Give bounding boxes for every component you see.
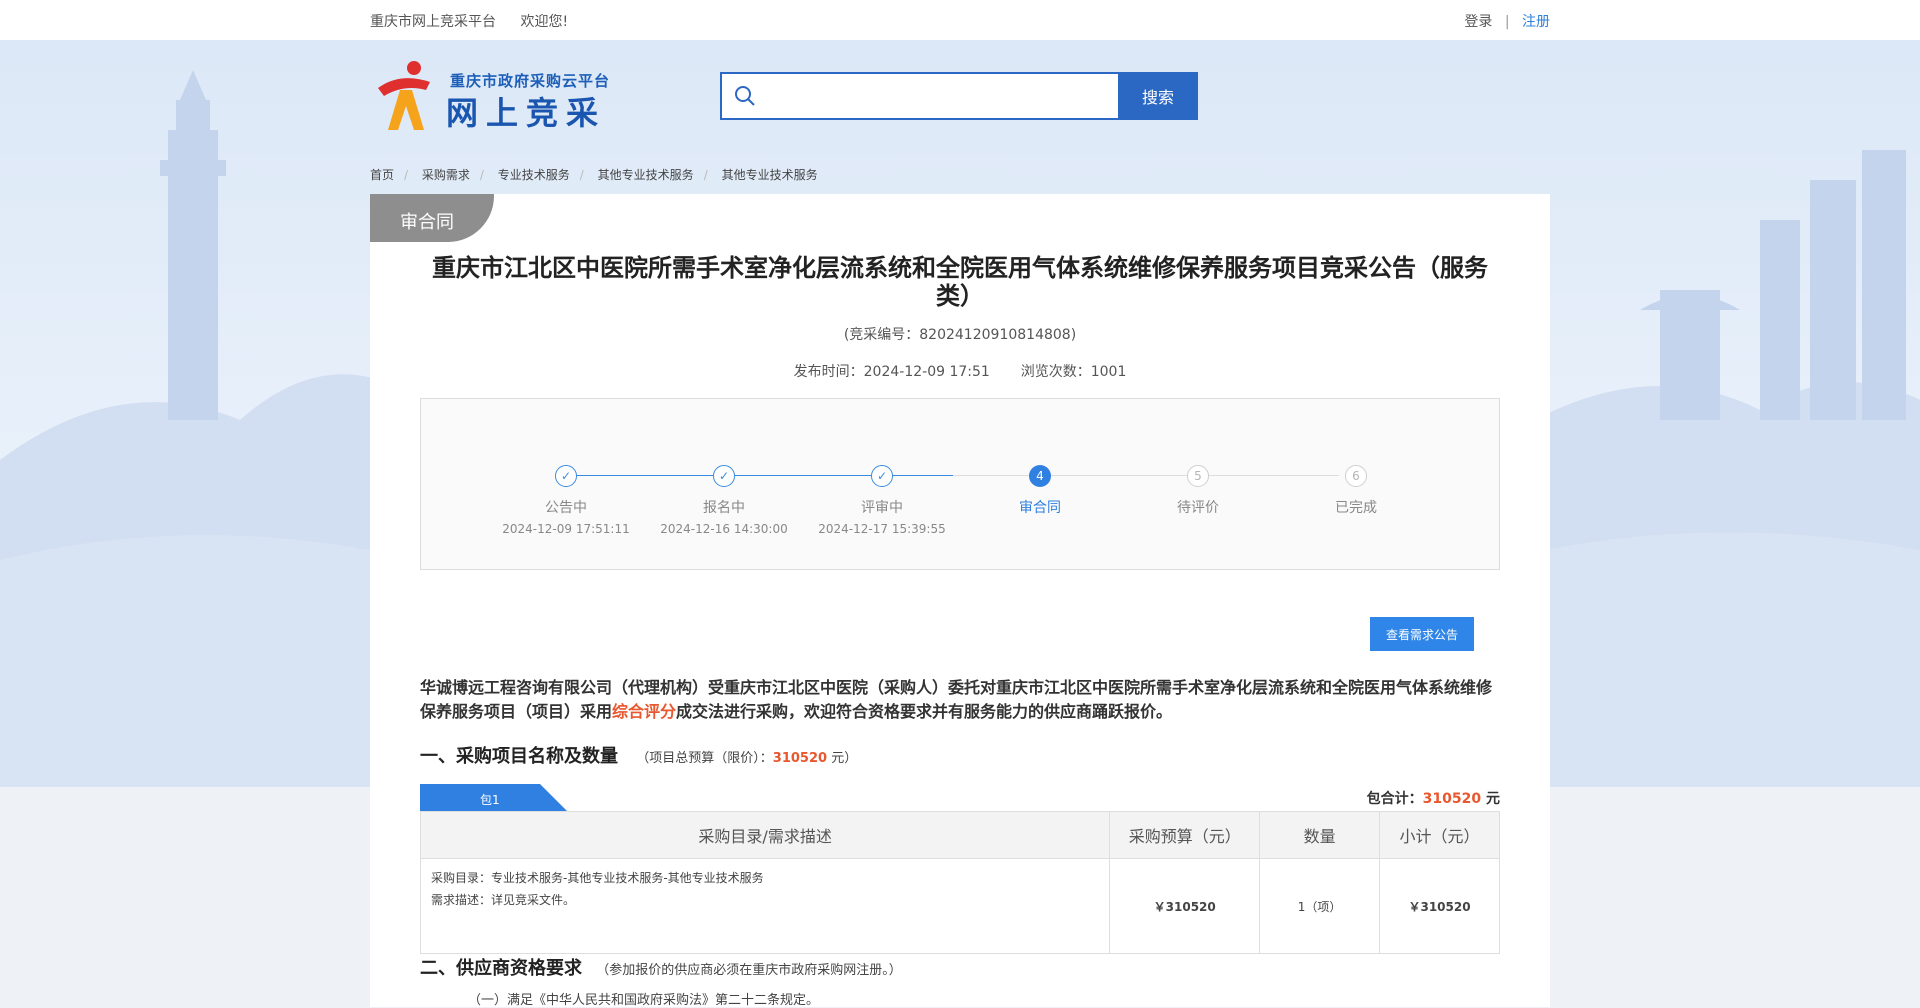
package-total-unit: 元 xyxy=(1481,791,1500,807)
bid-code: (竞采编号：82024120910814808) xyxy=(843,327,1077,343)
step-label: 已完成 xyxy=(1335,500,1377,516)
status-badge: 审合同 xyxy=(370,194,494,242)
package-total-label: 包合计： xyxy=(1366,791,1423,807)
column-header: 小计（元） xyxy=(1379,811,1500,859)
step-label: 待评价 xyxy=(1177,500,1219,516)
budget-suffix: 元） xyxy=(827,751,858,766)
welcome-text: 欢迎您! xyxy=(520,14,569,30)
register-link[interactable]: 注册 xyxy=(1522,14,1550,30)
step-registering: ✓ 报名中 2024-12-16 14:30:00 xyxy=(644,465,804,536)
login-link[interactable]: 登录 xyxy=(1464,14,1492,30)
requirement-item: （一）满足《中华人民共和国政府采购法》第二十二条规定。 xyxy=(468,993,820,1008)
publish-label: 发布时间： xyxy=(793,364,864,380)
top-bar-right: 登录 | 注册 xyxy=(1464,11,1550,31)
search-box xyxy=(720,72,1122,120)
step-contract-review: 4 审合同 xyxy=(960,465,1120,517)
search-button[interactable]: 搜索 xyxy=(1118,72,1198,120)
breadcrumb-item-professional[interactable]: 专业技术服务 xyxy=(498,168,570,182)
step-time: 2024-12-16 14:30:00 xyxy=(660,522,788,536)
column-header: 采购预算（元） xyxy=(1109,811,1261,859)
step-announcing: ✓ 公告中 2024-12-09 17:51:11 xyxy=(486,465,646,536)
step-number: 5 xyxy=(1187,465,1209,487)
search-icon xyxy=(735,86,755,106)
section-title: 二、供应商资格要求 xyxy=(420,958,582,979)
description-text: 需求描述：详见竞采文件。 xyxy=(431,893,576,907)
check-icon: ✓ xyxy=(871,465,893,487)
catalog-cell: 采购目录：专业技术服务-其他专业技术服务-其他专业技术服务 需求描述：详见竞采文… xyxy=(419,858,1111,954)
catalog-text: 采购目录：专业技术服务-其他专业技术服务-其他专业技术服务 xyxy=(431,871,764,885)
step-label: 报名中 xyxy=(703,500,745,516)
breadcrumb-item-current[interactable]: 其他专业技术服务 xyxy=(722,168,818,182)
breadcrumb: 首页 / 采购需求 / 专业技术服务 / 其他专业技术服务 / 其他专业技术服务 xyxy=(370,166,828,183)
breadcrumb-item-requests[interactable]: 采购需求 xyxy=(422,168,470,182)
budget-prefix: （项目总预算（限价）： xyxy=(636,751,773,766)
table-header-row: 采购目录/需求描述 采购预算（元） 数量 小计（元） xyxy=(419,811,1500,859)
breadcrumb-separator: / xyxy=(579,168,584,182)
page-title: 重庆市江北区中医院所需手术室净化层流系统和全院医用气体系统维修保养服务项目竞采公… xyxy=(432,254,1488,310)
section-note: （参加报价的供应商必须在重庆市政府采购网注册。） xyxy=(596,963,902,978)
breadcrumb-item-other-professional[interactable]: 其他专业技术服务 xyxy=(598,168,694,182)
site-logo[interactable]: 重庆市政府采购云平台 网上竞采 xyxy=(370,60,620,132)
divider: | xyxy=(1504,14,1510,30)
evaluation-method: 综合评分 xyxy=(612,702,677,721)
intro-paragraph: 华诚博远工程咨询有限公司（代理机构）受重庆市江北区中医院（采购人）委托对重庆市江… xyxy=(420,676,1500,724)
breadcrumb-separator: / xyxy=(703,168,708,182)
column-header: 采购目录/需求描述 xyxy=(419,811,1111,859)
site-name: 重庆市网上竞采平台 xyxy=(370,14,496,30)
package-total: 包合计：310520 元 xyxy=(1367,788,1500,808)
logo-emblem-icon xyxy=(378,61,430,130)
step-time: 2024-12-17 15:39:55 xyxy=(818,522,946,536)
notice-meta: 发布时间：2024-12-09 17:51 浏览次数：1001 xyxy=(370,361,1550,381)
section-heading-items: 一、采购项目名称及数量 （项目总预算（限价）：310520 元） xyxy=(420,742,857,768)
status-badge-label: 审合同 xyxy=(400,212,454,233)
step-reviewing: ✓ 评审中 2024-12-17 15:39:55 xyxy=(802,465,962,536)
total-budget: （项目总预算（限价）：310520 元） xyxy=(636,751,857,766)
top-bar-left: 重庆市网上竞采平台 欢迎您! xyxy=(370,11,588,31)
progress-steps: ✓ 公告中 2024-12-09 17:51:11 ✓ 报名中 2024-12-… xyxy=(420,398,1500,570)
breadcrumb-separator: / xyxy=(404,168,409,182)
column-header: 数量 xyxy=(1259,811,1381,859)
section-title: 一、采购项目名称及数量 xyxy=(420,746,618,767)
notice-card: 审合同 重庆市江北区中医院所需手术室净化层流系统和全院医用气体系统维修保养服务项… xyxy=(370,194,1550,1008)
step-label: 审合同 xyxy=(1019,500,1061,516)
search-bar: 搜索 xyxy=(720,72,1198,120)
step-label: 公告中 xyxy=(545,500,587,516)
top-bar: 重庆市网上竞采平台 欢迎您! 登录 | 注册 xyxy=(0,0,1920,40)
breadcrumb-item-home[interactable]: 首页 xyxy=(370,168,394,182)
step-number: 4 xyxy=(1029,465,1051,487)
subtotal-cell: ￥310520 xyxy=(1379,858,1500,954)
section-heading-qualifications: 二、供应商资格要求 （参加报价的供应商必须在重庆市政府采购网注册。） xyxy=(420,954,902,980)
search-input[interactable] xyxy=(766,80,1110,112)
view-request-notice-button[interactable]: 查看需求公告 xyxy=(1370,617,1474,651)
items-table: 采购目录/需求描述 采购预算（元） 数量 小计（元） 采购目录：专业技术服务-其… xyxy=(419,811,1500,954)
budget-value: 310520 xyxy=(772,751,828,766)
budget-cell: ￥310520 xyxy=(1109,858,1261,954)
tab-package-1[interactable]: 包1 xyxy=(420,784,568,812)
intro-text-end: 成交法进行采购，欢迎符合资格要求并有服务能力的供应商踊跃报价。 xyxy=(676,702,1173,721)
step-time: 2024-12-09 17:51:11 xyxy=(502,522,630,536)
table-row: 采购目录：专业技术服务-其他专业技术服务-其他专业技术服务 需求描述：详见竞采文… xyxy=(419,858,1500,954)
views-count: 1001 xyxy=(1090,364,1127,380)
logo-title: 网上竞采 xyxy=(446,94,607,132)
step-number: 6 xyxy=(1345,465,1367,487)
tab-label: 包1 xyxy=(480,793,500,807)
step-pending-evaluation: 5 待评价 xyxy=(1118,465,1278,517)
step-label: 评审中 xyxy=(861,500,903,516)
quantity-cell: 1（项） xyxy=(1259,858,1381,954)
step-completed: 6 已完成 xyxy=(1276,465,1436,517)
publish-time: 2024-12-09 17:51 xyxy=(863,364,990,380)
breadcrumb-separator: / xyxy=(479,168,484,182)
views-label: 浏览次数： xyxy=(1020,364,1091,380)
check-icon: ✓ xyxy=(555,465,577,487)
package-total-value: 310520 xyxy=(1422,791,1482,807)
check-icon: ✓ xyxy=(713,465,735,487)
